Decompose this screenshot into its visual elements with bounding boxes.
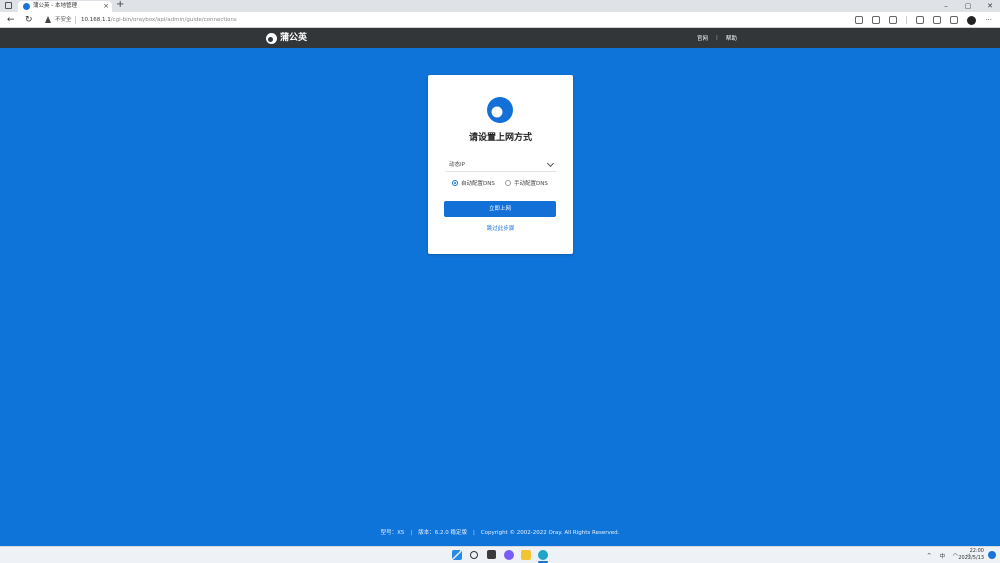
url-field[interactable]: 10.168.1.1/cgi-bin/oraybox/api/admin/gui… — [81, 12, 237, 28]
url-path: /cgi-bin/oraybox/api/admin/guide/connect… — [110, 17, 237, 23]
site-header: 蒲公英 官网 | 帮助 — [0, 28, 1000, 48]
toolbar-divider — [906, 16, 908, 24]
clock[interactable]: 22:00 2022/5/13 — [958, 548, 984, 562]
browser-tab-bar: 蒲公英 - 本地管理 × + – ▢ ✕ — [0, 0, 1000, 12]
clock-time: 22:00 — [969, 548, 984, 554]
chevron-down-icon — [546, 159, 555, 168]
minimize-button[interactable]: – — [942, 0, 950, 12]
browser-tab[interactable]: 蒲公英 - 本地管理 × — [18, 1, 112, 12]
page-title: 请设置上网方式 — [468, 133, 532, 143]
file-explorer-icon[interactable] — [521, 550, 531, 560]
footer-separator: | — [472, 530, 475, 536]
edge-browser-icon[interactable] — [538, 550, 548, 560]
skip-step-link[interactable]: 跳过此步骤 — [428, 225, 573, 234]
nav-help-link[interactable]: 帮助 — [726, 34, 737, 42]
radio-auto-dns-label: 自动配置DNS — [461, 181, 495, 187]
radio-auto-dns[interactable]: 自动配置DNS — [452, 179, 495, 187]
tray-overflow-icon[interactable]: ^ — [927, 553, 932, 559]
footer-separator: | — [410, 530, 413, 536]
copyright: Copyright © 2002-2022 Oray. All Rights R… — [480, 530, 620, 536]
wifi-icon[interactable]: ◠ — [953, 553, 958, 559]
active-app-indicator — [538, 561, 548, 563]
connection-type-select[interactable]: 动态IP — [445, 159, 556, 172]
browser-toolbar: ··· — [855, 12, 992, 28]
brand-logo-icon — [266, 32, 277, 44]
brand-mark-icon — [487, 97, 513, 123]
close-window-button[interactable]: ✕ — [986, 0, 994, 12]
taskbar: ^ 中 ◠ ◁ 22:00 2022/5/13 — [0, 546, 1000, 563]
refresh-button[interactable]: ↻ — [25, 12, 33, 28]
radio-manual-dns[interactable]: 手动配置DNS — [505, 179, 548, 187]
version-info: 版本：6.2.0 稳定版 — [418, 530, 467, 536]
search-icon[interactable] — [470, 551, 478, 559]
model-info: 型号：X5 — [380, 530, 405, 536]
more-menu-icon[interactable]: ··· — [985, 12, 992, 28]
collections-icon[interactable] — [950, 16, 959, 24]
url-host: 10.168.1.1 — [81, 17, 111, 23]
nav-separator: | — [716, 35, 718, 41]
site-favicon-icon — [23, 3, 30, 10]
connection-type-value: 动态IP — [449, 162, 465, 168]
maximize-button[interactable]: ▢ — [964, 0, 972, 12]
radio-auto-dns-indicator[interactable] — [452, 180, 458, 186]
setup-card: 请设置上网方式 动态IP 自动配置DNS 手动配置DNS 立即上网 跳过此步骤 — [428, 75, 573, 254]
input-method-indicator[interactable]: 中 — [939, 552, 945, 560]
footer: 型号：X5 | 版本：6.2.0 稳定版 | Copyright © 2002-2022… — [0, 528, 1000, 538]
reader-mode-icon[interactable] — [872, 16, 881, 24]
back-button[interactable]: ← — [7, 12, 15, 28]
address-bar: ← ↻ 不安全 10.168.1.1/cgi-bin/oraybox/api/a… — [0, 12, 1000, 28]
warning-icon[interactable] — [45, 16, 51, 23]
start-menu-icon[interactable] — [452, 550, 462, 560]
brand[interactable]: 蒲公英 — [266, 32, 307, 44]
radio-manual-dns-label: 手动配置DNS — [514, 181, 548, 187]
profile-avatar[interactable] — [967, 15, 977, 25]
extensions-icon[interactable] — [916, 16, 925, 24]
read-aloud-icon[interactable] — [855, 16, 864, 24]
task-view-icon[interactable] — [487, 550, 496, 559]
app-available-icon[interactable] — [889, 16, 898, 24]
main-content: 请设置上网方式 动态IP 自动配置DNS 手动配置DNS 立即上网 跳过此步骤 … — [0, 48, 1000, 546]
chat-icon[interactable] — [504, 550, 514, 560]
connect-now-button[interactable]: 立即上网 — [444, 201, 556, 217]
tab-title: 蒲公英 - 本地管理 — [33, 3, 77, 9]
favorites-icon[interactable] — [933, 16, 942, 24]
radio-manual-dns-indicator[interactable] — [505, 180, 511, 186]
address-divider — [75, 16, 76, 24]
window-controls: – ▢ ✕ — [942, 0, 994, 12]
nav-official-link[interactable]: 官网 — [697, 34, 708, 42]
notification-icon[interactable] — [988, 551, 996, 559]
new-tab-button[interactable]: + — [116, 0, 124, 11]
top-nav: 官网 | 帮助 — [697, 28, 737, 48]
clock-date: 2022/5/13 — [958, 555, 984, 561]
brand-name: 蒲公英 — [280, 33, 308, 43]
tab-actions-icon[interactable] — [5, 2, 12, 9]
tab-close-icon[interactable]: × — [103, 1, 109, 11]
security-status[interactable]: 不安全 — [55, 12, 72, 28]
